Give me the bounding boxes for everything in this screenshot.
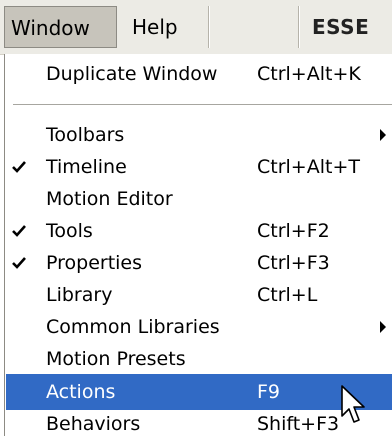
menu-item-label: Common Libraries [46, 316, 220, 338]
window-menu-dropdown: Duplicate Window Ctrl+Alt+K Toolbars Tim… [4, 54, 392, 436]
chevron-right-icon [380, 321, 386, 333]
chevron-right-icon [380, 129, 386, 141]
menu-item-shortcut: F9 [257, 381, 281, 403]
menubar-separator [208, 6, 210, 48]
menu-item-actions[interactable]: Actions F9 [6, 374, 392, 410]
menu-item-shortcut: Ctrl+Alt+K [257, 63, 361, 85]
menu-item-behaviors[interactable]: Behaviors Shift+F3 [6, 406, 392, 442]
menu-item-label: Motion Presets [46, 348, 186, 370]
menu-item-label: Library [46, 284, 113, 306]
menu-item-tools[interactable]: Tools Ctrl+F2 [6, 213, 392, 249]
menu-item-label: Timeline [46, 156, 127, 178]
menu-item-label: Motion Editor [46, 188, 173, 210]
menu-item-common-libraries[interactable]: Common Libraries [6, 309, 392, 345]
menu-item-toolbars[interactable]: Toolbars [6, 117, 392, 153]
check-icon [10, 213, 32, 249]
menu-item-shortcut: Ctrl+Alt+T [257, 156, 360, 178]
menu-item-label: Duplicate Window [46, 63, 218, 85]
mouse-pointer-icon [341, 385, 365, 423]
menu-bar: Window Help ESSE [0, 0, 392, 55]
menu-item-label: Behaviors [46, 413, 141, 435]
workspace-switcher[interactable]: ESSE [312, 6, 392, 48]
menu-item-duplicate-window[interactable]: Duplicate Window Ctrl+Alt+K [6, 56, 392, 92]
check-icon [10, 245, 32, 281]
menu-item-timeline[interactable]: Timeline Ctrl+Alt+T [6, 149, 392, 185]
menu-item-shortcut: Ctrl+F3 [257, 252, 330, 274]
menu-item-motion-editor[interactable]: Motion Editor [6, 181, 392, 217]
menubar-separator [298, 6, 300, 48]
menu-item-properties[interactable]: Properties Ctrl+F3 [6, 245, 392, 281]
menu-item-shortcut: Ctrl+L [257, 284, 318, 306]
menu-item-label: Toolbars [46, 124, 125, 146]
menu-item-library[interactable]: Library Ctrl+L [6, 277, 392, 313]
menu-item-label: Tools [46, 220, 93, 242]
menu-help[interactable]: Help [128, 6, 198, 48]
menu-item-shortcut: Shift+F3 [257, 413, 340, 435]
menu-item-label: Actions [46, 381, 116, 403]
menu-item-shortcut: Ctrl+F2 [257, 220, 330, 242]
menu-window[interactable]: Window [4, 6, 117, 48]
check-icon [10, 149, 32, 185]
menu-separator [13, 104, 392, 106]
menu-item-label: Properties [46, 252, 143, 274]
menu-item-motion-presets[interactable]: Motion Presets [6, 341, 392, 377]
